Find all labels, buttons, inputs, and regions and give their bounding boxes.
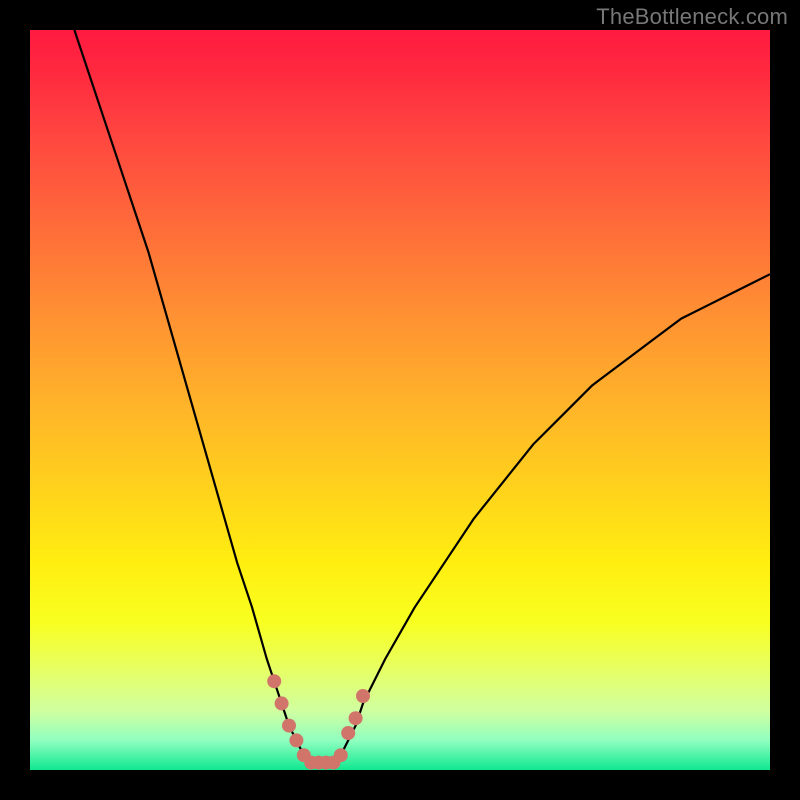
chart-frame: TheBottleneck.com bbox=[0, 0, 800, 800]
marker-dot bbox=[289, 733, 303, 747]
plot-area bbox=[30, 30, 770, 770]
bottleneck-curve bbox=[74, 30, 770, 763]
marker-dot bbox=[275, 696, 289, 710]
marker-dot bbox=[282, 719, 296, 733]
marker-dot bbox=[334, 748, 348, 762]
marker-dot bbox=[356, 689, 370, 703]
watermark-text: TheBottleneck.com bbox=[596, 4, 788, 30]
marker-dot bbox=[349, 711, 363, 725]
marker-dot bbox=[341, 726, 355, 740]
curve-svg bbox=[30, 30, 770, 770]
marker-dot bbox=[267, 674, 281, 688]
highlight-markers bbox=[267, 674, 370, 769]
